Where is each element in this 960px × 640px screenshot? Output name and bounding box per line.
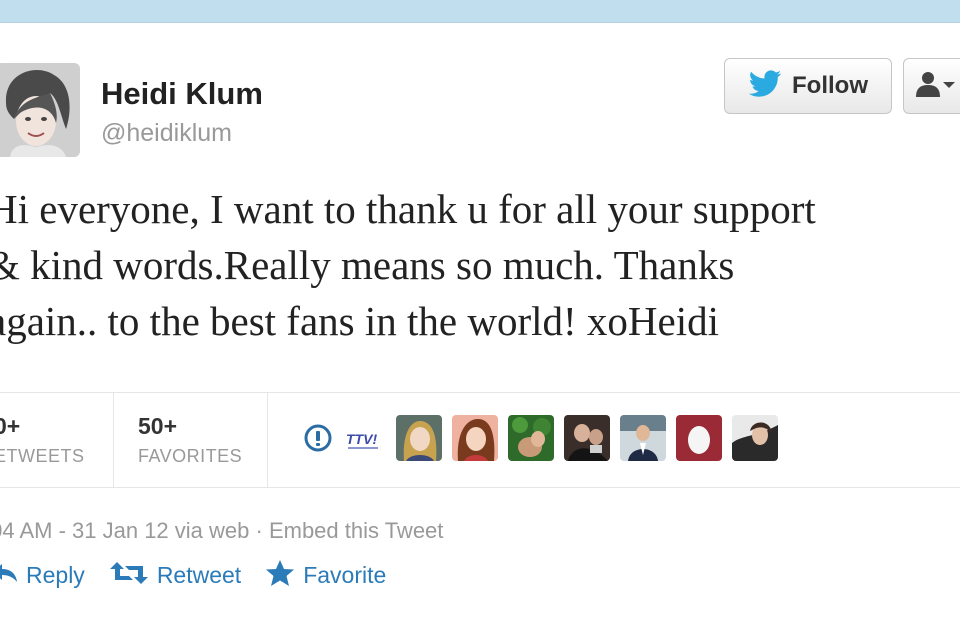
follow-button[interactable]: Follow xyxy=(724,58,892,114)
meta-separator: · xyxy=(249,518,269,543)
svg-text:TTV!: TTV! xyxy=(346,431,377,447)
retweets-label: ETWEETS xyxy=(0,446,85,466)
profile-avatar[interactable] xyxy=(0,63,80,157)
favoriters-avatars: TTV! xyxy=(302,414,778,462)
favoriter-avatar[interactable] xyxy=(620,415,666,461)
retweet-label: Retweet xyxy=(156,561,242,588)
favoriter-avatar[interactable] xyxy=(452,415,498,461)
top-bar xyxy=(0,0,960,23)
chevron-down-icon xyxy=(942,77,956,95)
egg-avatar[interactable] xyxy=(676,415,722,461)
tweet-meta: :04 AM - 31 Jan 12 via web · Embed this … xyxy=(0,518,443,544)
favoriter-avatar[interactable] xyxy=(564,415,610,461)
twitter-bird-icon xyxy=(748,69,782,103)
retweets-count: 0+ xyxy=(0,413,21,439)
user-actions-button[interactable] xyxy=(903,58,960,114)
embed-tweet-link[interactable]: Embed this Tweet xyxy=(269,518,443,543)
username-handle[interactable]: @heidiklum xyxy=(101,119,232,148)
user-icon xyxy=(916,71,940,102)
tweet-timestamp[interactable]: :04 AM - 31 Jan 12 via web xyxy=(0,518,249,543)
favorites-stat[interactable]: 50+ FAVORITES xyxy=(114,393,268,487)
favorites-label: FAVORITES xyxy=(138,446,243,466)
retweet-button[interactable]: Retweet xyxy=(109,560,241,591)
reply-button[interactable]: Reply xyxy=(0,562,85,589)
follow-label: Follow xyxy=(792,72,868,99)
favorites-count: 50+ xyxy=(138,413,178,439)
favoriter-avatar[interactable] xyxy=(508,415,554,461)
tweet-text: Hi everyone, I want to thank u for all y… xyxy=(0,186,816,344)
favorite-button[interactable]: Favorite xyxy=(265,559,386,592)
display-name[interactable]: Heidi Klum xyxy=(101,76,263,112)
reply-icon xyxy=(0,562,18,589)
ttv-logo[interactable]: TTV! xyxy=(344,415,386,461)
info-icon[interactable] xyxy=(302,415,334,461)
tweet-actions: Reply Retweet Favorite xyxy=(0,558,386,592)
favorite-label: Favorite xyxy=(303,561,387,588)
retweet-icon xyxy=(109,560,149,591)
favoriter-avatar[interactable] xyxy=(396,415,442,461)
reply-label: Reply xyxy=(26,561,85,588)
favoriter-avatar[interactable] xyxy=(732,415,778,461)
retweets-stat[interactable]: 0+ ETWEETS xyxy=(0,393,114,487)
star-icon xyxy=(265,559,295,592)
